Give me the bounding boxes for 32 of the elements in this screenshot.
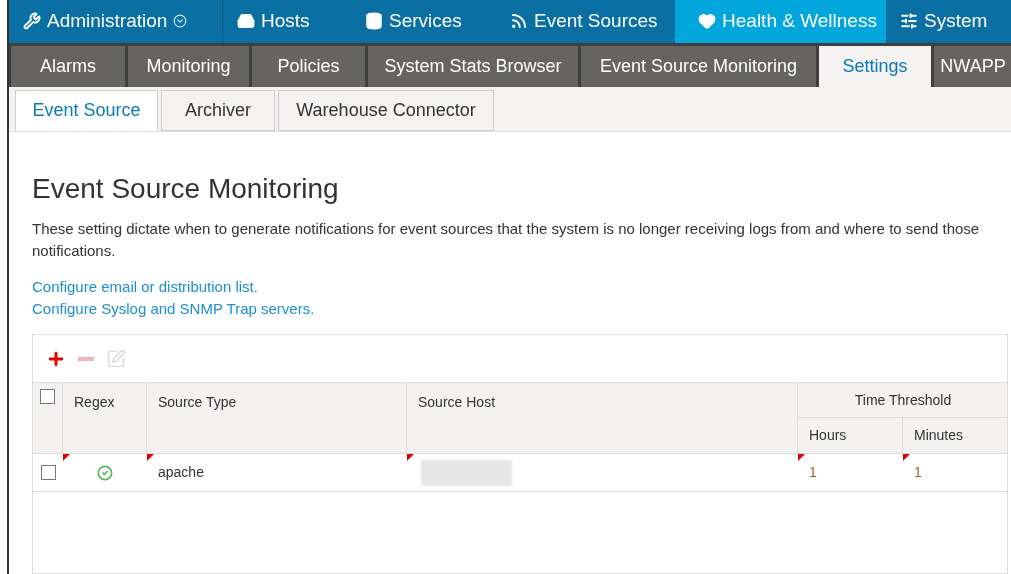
- column-header: Regex: [74, 394, 115, 410]
- checkbox[interactable]: [40, 465, 56, 480]
- tab[interactable]: System Stats Browser: [368, 46, 578, 88]
- table-cell-text: 1: [914, 463, 922, 482]
- column-group-header: Time Threshold: [854, 390, 952, 410]
- sub-tab[interactable]: Event Source: [15, 90, 158, 131]
- page-heading: Event Source Monitoring: [32, 172, 340, 206]
- tab[interactable]: Settings: [819, 46, 931, 88]
- wrench-icon: [23, 12, 41, 31]
- sliders-icon: [900, 12, 918, 31]
- edit-icon: [106, 348, 126, 369]
- column-header: Source Type: [158, 394, 237, 410]
- link[interactable]: Configure Syslog and SNMP Trap servers.: [32, 298, 315, 320]
- sub-tab[interactable]: Archiver: [161, 90, 275, 131]
- tab[interactable]: Monitoring: [128, 46, 249, 88]
- heart-icon: [698, 12, 717, 31]
- tab[interactable]: Policies: [252, 46, 365, 88]
- sub-tab[interactable]: Warehouse Connector: [278, 90, 494, 131]
- table-cell-text: apache: [158, 463, 204, 482]
- description: These setting dictate when to generate notifications for event sources that the system is no longer receiving logs from and where to send those notifications.: [32, 219, 981, 261]
- checkbox[interactable]: [40, 389, 55, 404]
- tab[interactable]: NWAPP: [934, 46, 1011, 88]
- column-header: Hours: [809, 426, 847, 445]
- tab[interactable]: Event Source Monitoring: [581, 46, 816, 88]
- column-header: Minutes: [914, 426, 964, 445]
- table-cell-text: 1: [809, 463, 817, 482]
- link[interactable]: Configure email or distribution list.: [32, 276, 258, 298]
- feed-icon: [510, 12, 528, 31]
- tab[interactable]: Alarms: [11, 46, 125, 88]
- column-header: Source Host: [418, 394, 496, 410]
- nav-tab[interactable]: Health & Wellness: [675, 0, 886, 43]
- minus-icon: [78, 356, 94, 361]
